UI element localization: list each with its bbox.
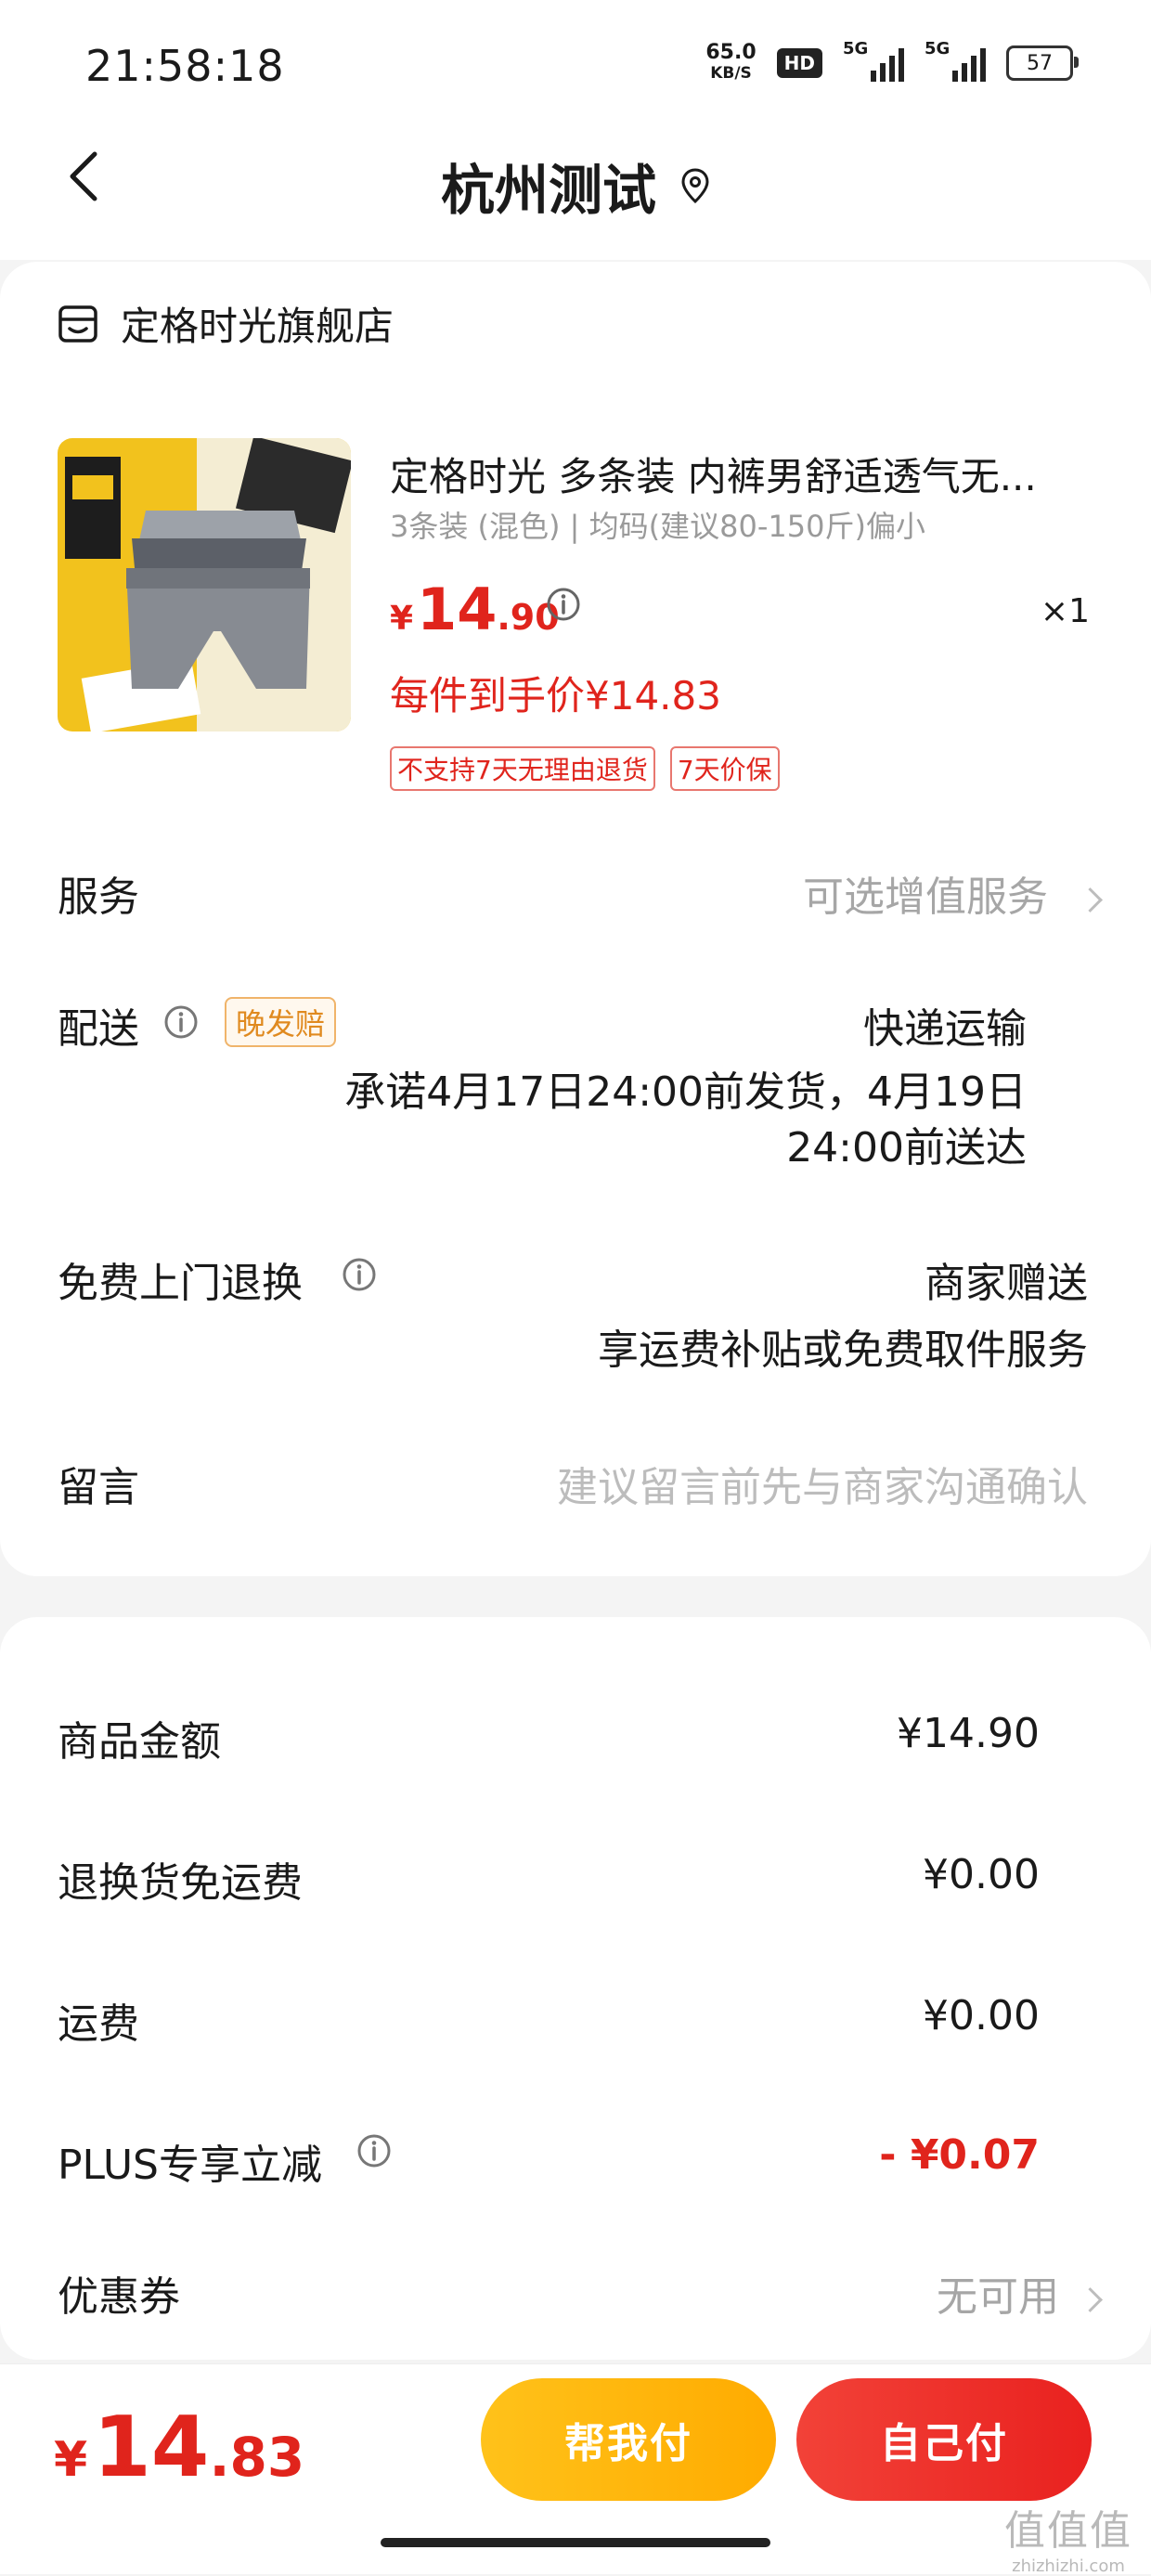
goods-amount-label: 商品金额: [58, 1718, 221, 1766]
service-selector[interactable]: 可选增值服务: [803, 863, 1103, 923]
tag-price-protection: 7天价保: [669, 746, 780, 791]
total-integer: 14: [93, 2399, 210, 2496]
network-speed-unit: KB/S: [710, 64, 752, 83]
shipping-value: ¥0.00: [923, 1992, 1040, 2039]
total-currency: ¥: [54, 2432, 88, 2488]
total-decimal: .83: [209, 2426, 305, 2489]
total-price: ¥ 14 .83: [54, 2399, 304, 2496]
free-return-label: 免费上门退换: [58, 1260, 303, 1307]
price-info-icon[interactable]: [546, 587, 581, 622]
chevron-right-icon: [1078, 887, 1103, 913]
plus-discount-label: PLUS专享立减: [58, 2142, 322, 2189]
delivery-method[interactable]: 快递运输: [863, 995, 1027, 1055]
self-pay-button[interactable]: 自己付: [796, 2378, 1092, 2501]
signal-icon: 5G: [843, 39, 904, 82]
service-label: 服务: [58, 874, 139, 921]
goods-amount-value: ¥14.90: [897, 1710, 1040, 1757]
battery-level: 57: [1027, 51, 1053, 75]
late-compensation-badge[interactable]: 晚发赔: [225, 997, 337, 1047]
free-return-value: 商家赠送: [925, 1260, 1088, 1307]
product-spec[interactable]: 3条装 (混色) | 均码(建议80-150斤)偏小: [390, 503, 925, 546]
hd-icon: HD: [776, 48, 822, 78]
product-image[interactable]: [58, 438, 351, 731]
shop-header[interactable]: 定格时光旗舰店: [58, 295, 394, 352]
address-title: 杭州测试: [440, 159, 656, 222]
battery-icon: 57: [1006, 45, 1079, 81]
signal-icon-2: 5G: [925, 39, 986, 82]
help-pay-button[interactable]: 帮我付: [481, 2378, 776, 2501]
home-indicator[interactable]: [381, 2538, 770, 2547]
tag-no-7day-return: 不支持7天无理由退货: [390, 746, 655, 791]
service-value: 可选增值服务: [803, 874, 1048, 921]
delivery-promise-line1: 承诺4月17日24:00前发货，4月19日: [344, 1068, 1027, 1116]
return-free-value: ¥0.00: [923, 1851, 1040, 1898]
status-bar: 21:58:18 65.0 KB/S HD 5G 5G 57: [0, 0, 1151, 139]
price-integer: 14: [417, 576, 498, 643]
watermark: 值值值 zhizhizhi.com: [1004, 2497, 1132, 2576]
net-unit-price: 每件到手价¥14.83: [390, 673, 721, 718]
location-pin-icon: [681, 168, 709, 204]
network-speed-value: 65.0: [705, 41, 757, 64]
delivery-label: 配送: [58, 1005, 139, 1053]
product-title[interactable]: 定格时光 多条装 内裤男舒适透气无...: [390, 446, 1095, 502]
delivery-info-icon[interactable]: [163, 1004, 199, 1040]
price-currency: ¥: [390, 600, 414, 638]
coupon-selector[interactable]: 无可用: [937, 2263, 1103, 2323]
status-icons: 65.0 KB/S HD 5G 5G 57: [705, 39, 1079, 84]
shipping-label: 运费: [58, 2000, 139, 2048]
status-time: 21:58:18: [85, 41, 285, 91]
coupon-value: 无可用: [937, 2273, 1059, 2321]
message-label: 留言: [58, 1464, 139, 1511]
signal-label: 5G: [843, 39, 869, 58]
product-price: ¥ 14 .90: [390, 576, 560, 643]
quantity: ×1: [1040, 592, 1090, 630]
signal-label-2: 5G: [925, 39, 951, 58]
coupon-label: 优惠券: [58, 2273, 180, 2321]
watermark-text: 值值值: [1004, 2507, 1132, 2555]
message-input[interactable]: 建议留言前先与商家沟通确认: [557, 1454, 1088, 1513]
network-speed: 65.0 KB/S: [705, 43, 756, 84]
return-free-label: 退换货免运费: [58, 1859, 303, 1907]
free-return-info-icon[interactable]: [342, 1257, 377, 1292]
shop-name: 定格时光旗舰店: [121, 304, 394, 349]
free-return-detail: 享运费补贴或免费取件服务: [598, 1327, 1088, 1374]
product-tags: 不支持7天无理由退货 7天价保: [390, 746, 780, 791]
plus-discount-value: - ¥0.07: [879, 2131, 1040, 2179]
plus-info-icon[interactable]: [356, 2133, 392, 2168]
store-icon: [58, 304, 97, 343]
nav-title-group[interactable]: 杭州测试: [0, 147, 1151, 225]
chevron-right-icon: [1078, 2286, 1103, 2312]
delivery-promise-line2: 24:00前送达: [786, 1124, 1027, 1171]
